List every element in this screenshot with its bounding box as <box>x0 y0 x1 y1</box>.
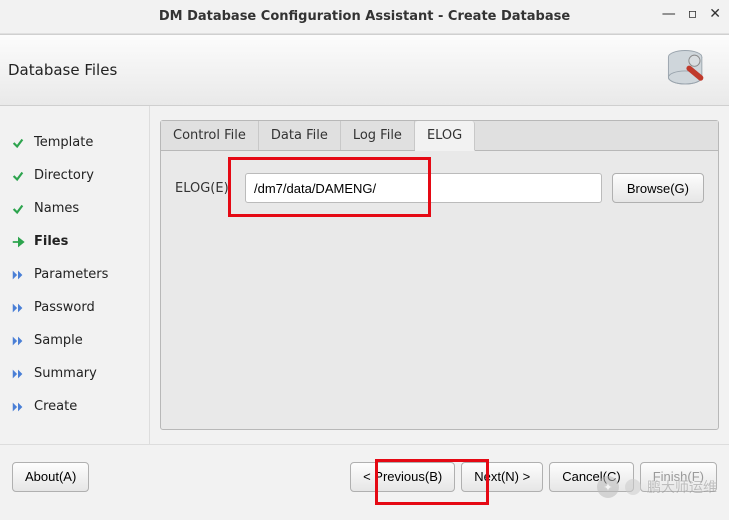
tab-data-file[interactable]: Data File <box>259 121 341 150</box>
sidebar-item-summary[interactable]: Summary <box>0 357 149 390</box>
tab-panel: Control File Data File Log File ELOG ELO… <box>160 120 719 430</box>
sidebar-item-password[interactable]: Password <box>0 291 149 324</box>
sidebar-item-label: Password <box>34 300 95 315</box>
double-arrow-icon <box>10 301 26 315</box>
about-button[interactable]: About(A) <box>12 462 89 492</box>
check-icon <box>10 169 26 183</box>
previous-button[interactable]: < Previous(B) <box>350 462 455 492</box>
cancel-button[interactable]: Cancel(C) <box>549 462 634 492</box>
check-icon <box>10 202 26 216</box>
double-arrow-icon <box>10 334 26 348</box>
sidebar-item-names[interactable]: Names <box>0 192 149 225</box>
double-arrow-icon <box>10 268 26 282</box>
check-icon <box>10 136 26 150</box>
sidebar-item-label: Sample <box>34 333 83 348</box>
sidebar-item-label: Names <box>34 201 79 216</box>
window-controls: — ▫ ✕ <box>662 6 721 22</box>
sidebar-item-create[interactable]: Create <box>0 390 149 423</box>
titlebar: DM Database Configuration Assistant - Cr… <box>0 0 729 34</box>
double-arrow-icon <box>10 367 26 381</box>
tab-log-file[interactable]: Log File <box>341 121 415 150</box>
sidebar-item-label: Summary <box>34 366 97 381</box>
tabs: Control File Data File Log File ELOG <box>161 121 718 151</box>
sidebar-item-label: Template <box>34 135 93 150</box>
elog-input[interactable] <box>245 173 602 203</box>
sidebar-item-files[interactable]: Files <box>0 225 149 258</box>
database-wrench-icon <box>657 44 717 96</box>
sidebar-item-label: Create <box>34 399 77 414</box>
next-button[interactable]: Next(N) > <box>461 462 543 492</box>
tab-control-file[interactable]: Control File <box>161 121 259 150</box>
sidebar-item-parameters[interactable]: Parameters <box>0 258 149 291</box>
finish-button[interactable]: Finish(F) <box>640 462 717 492</box>
arrow-right-icon <box>10 235 26 249</box>
minimize-icon[interactable]: — <box>662 6 676 22</box>
double-arrow-icon <box>10 400 26 414</box>
page-title: Database Files <box>8 61 117 79</box>
page-header: Database Files <box>0 34 729 106</box>
elog-row: ELOG(E) Browse(G) <box>175 173 704 203</box>
maximize-icon[interactable]: ▫ <box>688 6 698 22</box>
sidebar-item-sample[interactable]: Sample <box>0 324 149 357</box>
footer: About(A) < Previous(B) Next(N) > Cancel(… <box>0 444 729 508</box>
main-panel: Control File Data File Log File ELOG ELO… <box>150 106 729 444</box>
elog-label: ELOG(E) <box>175 181 235 196</box>
sidebar-item-template[interactable]: Template <box>0 126 149 159</box>
tab-content-elog: ELOG(E) Browse(G) <box>161 151 718 425</box>
sidebar: Template Directory Names Files Parameter… <box>0 106 150 444</box>
sidebar-item-label: Directory <box>34 168 94 183</box>
sidebar-item-label: Parameters <box>34 267 108 282</box>
sidebar-item-label: Files <box>34 234 68 249</box>
close-icon[interactable]: ✕ <box>709 6 721 22</box>
browse-button[interactable]: Browse(G) <box>612 173 704 203</box>
tab-elog[interactable]: ELOG <box>415 121 475 151</box>
window-title: DM Database Configuration Assistant - Cr… <box>159 9 570 24</box>
sidebar-item-directory[interactable]: Directory <box>0 159 149 192</box>
